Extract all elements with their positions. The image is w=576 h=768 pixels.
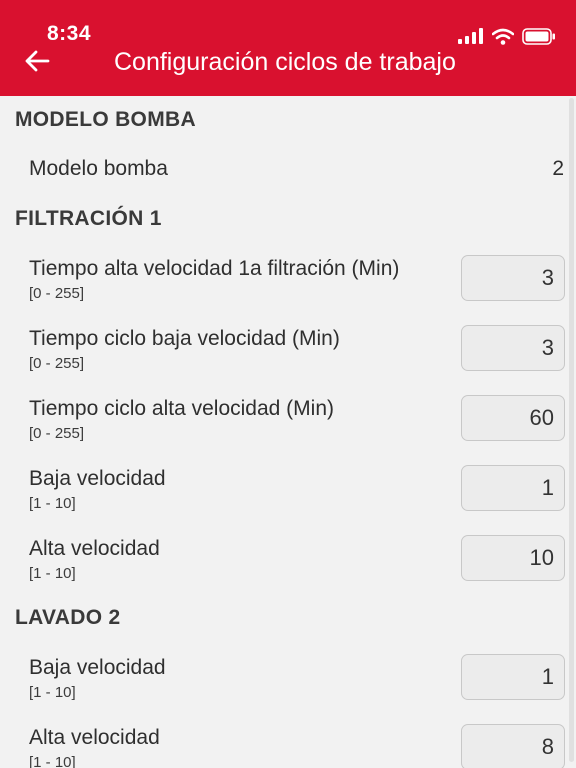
- section-title-lavado: LAVADO 2: [15, 606, 121, 629]
- status-icons: [458, 26, 556, 46]
- filtracion-baja-velocidad-input[interactable]: 1: [461, 465, 565, 511]
- modelo-bomba-value: 2: [552, 157, 564, 180]
- lavado-item-range: [1 - 10]: [29, 684, 76, 701]
- filtracion-item-range: [0 - 255]: [29, 425, 85, 442]
- filtracion-item-label: Alta velocidad: [29, 537, 160, 560]
- filtracion-item-label: Baja velocidad: [29, 467, 166, 490]
- battery-icon: [522, 27, 555, 45]
- section-title-filtracion: FILTRACIÓN 1: [15, 207, 162, 230]
- lavado-baja-velocidad-input[interactable]: 1: [461, 654, 565, 700]
- modelo-bomba-label: Modelo bomba: [29, 157, 168, 180]
- back-arrow-icon[interactable]: [22, 46, 52, 76]
- tiempo-ciclo-alta-velocidad-input[interactable]: 60: [461, 395, 565, 441]
- wifi-icon: [492, 28, 514, 45]
- lavado-alta-velocidad-input[interactable]: 8: [461, 724, 565, 768]
- filtracion-item-range: [1 - 10]: [29, 495, 76, 512]
- lavado-item-range: [1 - 10]: [29, 754, 76, 768]
- signal-icon: [458, 28, 483, 44]
- filtracion-alta-velocidad-input[interactable]: 10: [461, 535, 565, 581]
- scrollbar[interactable]: [569, 98, 574, 762]
- filtracion-item-label: Tiempo ciclo baja velocidad (Min): [29, 327, 340, 350]
- filtracion-item-label: Tiempo alta velocidad 1a filtración (Min…: [29, 257, 400, 280]
- lavado-item-label: Baja velocidad: [29, 656, 166, 679]
- filtracion-item-range: [0 - 255]: [29, 285, 85, 302]
- app-header: 8:34 Configuración ciclos de trabajo: [0, 0, 576, 96]
- filtracion-item-range: [0 - 255]: [29, 355, 85, 372]
- tiempo-alta-velocidad-1a-filtracion-input[interactable]: 3: [461, 255, 565, 301]
- filtracion-item-range: [1 - 10]: [29, 565, 76, 582]
- settings-list[interactable]: MODELO BOMBA Modelo bomba 2 FILTRACIÓN 1…: [0, 96, 576, 768]
- section-title-modelo-bomba: MODELO BOMBA: [15, 108, 196, 131]
- tiempo-ciclo-baja-velocidad-input[interactable]: 3: [461, 325, 565, 371]
- page-title: Configuración ciclos de trabajo: [114, 48, 456, 76]
- lavado-item-label: Alta velocidad: [29, 726, 160, 749]
- filtracion-item-label: Tiempo ciclo alta velocidad (Min): [29, 397, 335, 420]
- status-time: 8:34: [47, 22, 92, 45]
